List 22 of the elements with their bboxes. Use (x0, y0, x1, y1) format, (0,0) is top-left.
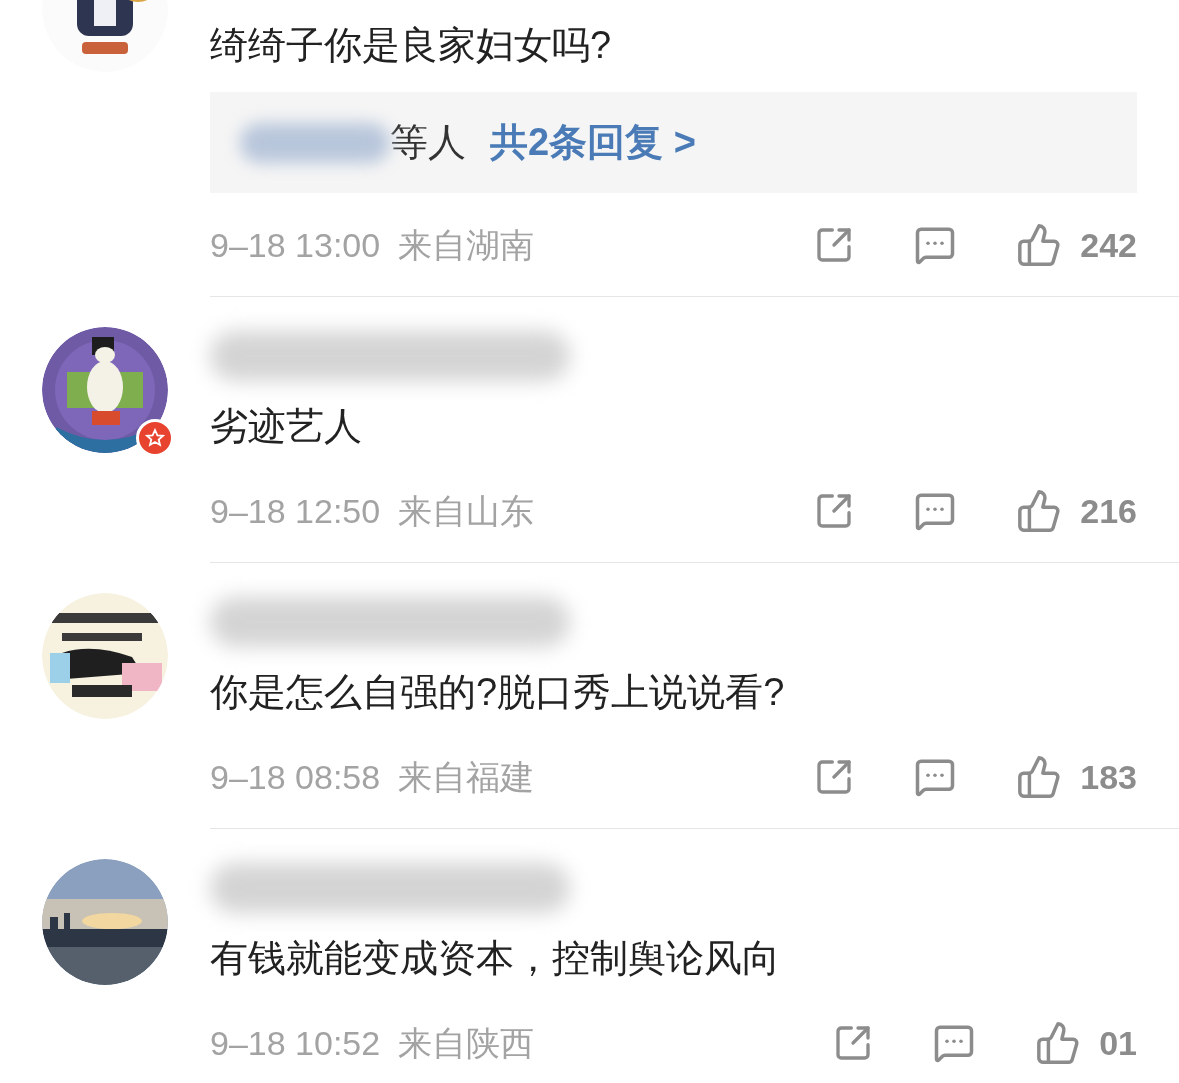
comment-location: 来自陕西 (398, 1022, 535, 1064)
comment-time: 9–18 13:00 (210, 224, 381, 266)
reply-authors: 等人 (390, 120, 466, 165)
like-icon[interactable] (1016, 488, 1063, 534)
comment-time: 9–18 12:50 (210, 490, 381, 532)
comment-location: 来自山东 (398, 490, 535, 532)
comment-location: 来自福建 (398, 756, 535, 798)
comment-text: 你是怎么自强的?脱口秀上说说看? (210, 669, 786, 715)
comment-text: 绮绮子你是良家妇女吗? (210, 22, 613, 68)
replies-panel[interactable]: 等人 共2条回复 > (210, 92, 1137, 193)
like-icon[interactable] (1016, 222, 1063, 268)
like-count: 216 (1080, 490, 1137, 532)
comment-text: 劣迹艺人 (210, 403, 363, 449)
comment-location: 来自湖南 (398, 224, 535, 266)
like-count: 242 (1080, 224, 1137, 266)
like-count: 01 (1099, 1022, 1137, 1064)
comment-time: 9–18 10:52 (210, 1022, 381, 1064)
like-icon[interactable] (1016, 754, 1063, 800)
replies-link[interactable]: 共2条回复 > (490, 114, 696, 171)
comment-text: 有钱就能变成资本，控制舆论风向 (210, 935, 781, 981)
like-count: 183 (1080, 756, 1137, 798)
comment-time: 9–18 08:58 (210, 756, 381, 798)
